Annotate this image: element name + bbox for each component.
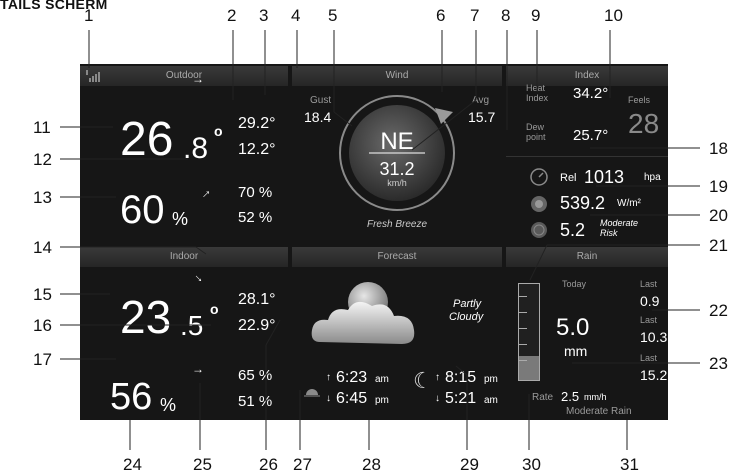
leader-29b [455,365,468,376]
leader-26b [265,319,281,346]
leader-14b [195,246,207,255]
callout-leader-lines [60,30,700,450]
leader-5b [333,111,353,127]
leader-21b [529,244,548,281]
leader-7b [411,99,477,151]
